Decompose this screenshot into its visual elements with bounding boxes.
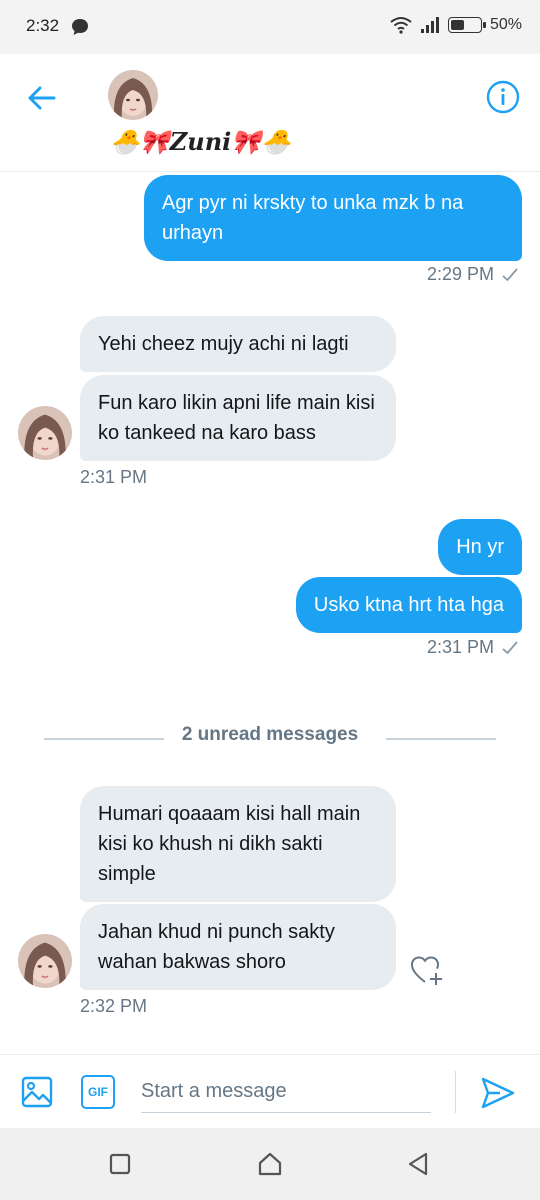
message-list[interactable]: Agr pyr ni krskty to unka mzk b na urhay… xyxy=(0,172,540,1054)
back-triangle-icon[interactable] xyxy=(404,1150,432,1178)
received-message-bubble[interactable]: Humari qoaaam kisi hall main kisi ko khu… xyxy=(80,786,396,902)
divider-line xyxy=(386,738,496,740)
signal-icon xyxy=(420,17,439,33)
battery-level-fill xyxy=(450,20,465,30)
message-composer: GIF xyxy=(0,1054,540,1128)
image-icon[interactable] xyxy=(20,1075,54,1109)
composer-separator xyxy=(455,1071,456,1113)
arrow-left-icon[interactable] xyxy=(26,82,58,114)
message-meta: 2:31 PM xyxy=(427,637,518,658)
conversation-header: 🐣🎀𝒁𝒖𝒏𝒊🎀🐣 xyxy=(0,54,540,172)
checkmark-icon xyxy=(502,640,518,654)
recents-square-icon[interactable] xyxy=(106,1150,134,1178)
message-time: 2:29 PM xyxy=(426,264,494,284)
received-message-bubble[interactable]: Jahan khud ni punch sakty wahan bakwas s… xyxy=(80,904,396,990)
wifi-icon xyxy=(390,17,412,34)
gif-button[interactable]: GIF xyxy=(81,1075,115,1109)
received-message-bubble[interactable]: Yehi cheez mujy achi ni lagti xyxy=(80,316,396,372)
message-time: 2:31 PM xyxy=(426,637,494,657)
received-message-bubble[interactable]: Fun karo likin apni life main kisi ko ta… xyxy=(80,375,396,461)
info-icon[interactable] xyxy=(486,80,520,114)
battery-icon xyxy=(447,17,486,33)
sent-message-bubble[interactable]: Usko ktna hrt hta hga xyxy=(295,577,522,633)
avatar[interactable] xyxy=(18,406,72,460)
send-icon[interactable] xyxy=(480,1075,516,1111)
checkmark-icon xyxy=(502,267,518,281)
status-bar: 2:32 50% xyxy=(0,0,540,54)
message-time: 2:32 PM xyxy=(80,996,148,1016)
message-time: 2:31 PM xyxy=(80,467,148,487)
avatar[interactable] xyxy=(18,934,72,988)
sent-message-bubble[interactable]: Hn yr xyxy=(438,519,522,575)
avatar[interactable] xyxy=(108,70,158,120)
unread-label: 2 unread messages xyxy=(181,724,359,745)
chat-notification-icon xyxy=(72,19,88,35)
status-time: 2:32 xyxy=(26,16,60,35)
message-meta: 2:29 PM xyxy=(427,264,518,285)
sent-message-bubble[interactable]: Agr pyr ni krskty to unka mzk b na urhay… xyxy=(144,175,522,261)
status-icons: 50% xyxy=(390,16,522,34)
heart-plus-icon[interactable] xyxy=(410,954,444,988)
unread-divider: 2 unread messages xyxy=(44,724,496,745)
system-nav-bar xyxy=(0,1128,540,1200)
home-icon[interactable] xyxy=(256,1150,284,1178)
message-input[interactable] xyxy=(141,1071,431,1113)
battery-percent: 50% xyxy=(489,16,522,33)
contact-name: 🐣🎀𝒁𝒖𝒏𝒊🎀🐣 xyxy=(110,127,292,156)
